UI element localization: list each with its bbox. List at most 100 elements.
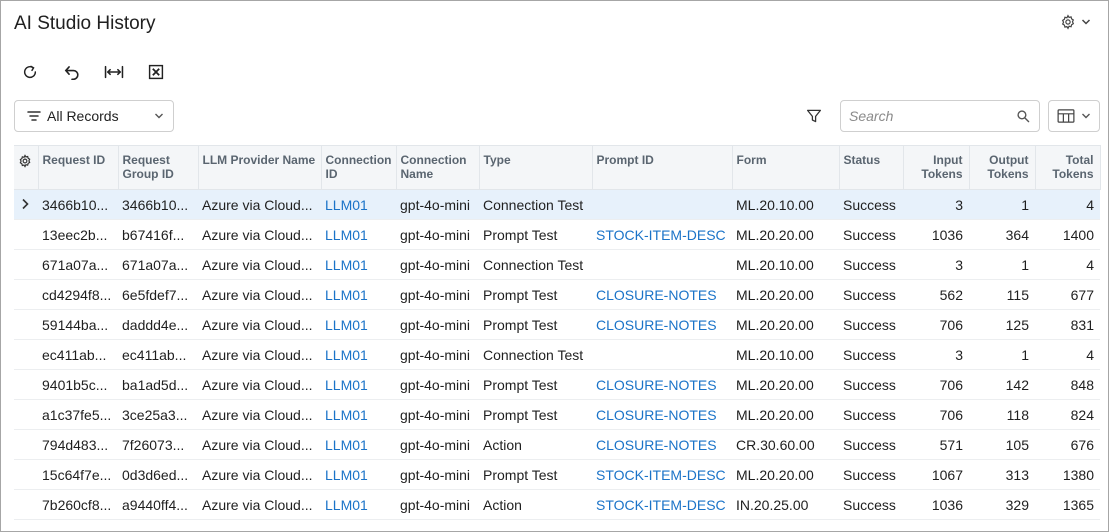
row-selector[interactable]	[14, 459, 38, 490]
cell-prompt-id-link[interactable]: STOCK-ITEM-DESC	[592, 489, 732, 520]
column-header-label: Connection	[400, 153, 467, 167]
cell-input-tokens: 1067	[903, 459, 969, 490]
cell-request-id: 9401b5c...	[38, 369, 118, 400]
column-settings-button[interactable]	[14, 145, 39, 190]
cell-llm-provider: Azure via Cloud...	[198, 279, 321, 310]
column-header-request-id[interactable]: Request ID	[38, 145, 119, 190]
cell-connection-id-link[interactable]: LLM01	[321, 339, 396, 370]
cell-output-tokens: 364	[969, 219, 1035, 250]
row-selector[interactable]	[14, 219, 38, 250]
cell-llm-provider: Azure via Cloud...	[198, 249, 321, 280]
column-header-connection-name[interactable]: Connection Name	[396, 145, 480, 190]
column-header-label: Group ID	[122, 167, 174, 181]
row-selector[interactable]	[14, 189, 38, 220]
row-selector[interactable]	[14, 249, 38, 280]
table-row[interactable]: 7b260cf8... a9440ff4... Azure via Cloud...…	[14, 489, 1100, 520]
table-row[interactable]: cd4294f8... 6e5fdef7... Azure via Cloud...…	[14, 279, 1100, 310]
column-header-request-group-id[interactable]: Request Group ID	[118, 145, 199, 190]
table-row[interactable]: 794d483... 7f26073... Azure via Cloud... LL…	[14, 429, 1100, 460]
column-header-type[interactable]: Type	[479, 145, 593, 190]
refresh-icon	[23, 65, 37, 79]
toolbar	[19, 61, 187, 83]
cell-connection-id-link[interactable]: LLM01	[321, 249, 396, 280]
cell-total-tokens: 848	[1035, 369, 1100, 400]
column-header-label: Prompt ID	[596, 153, 654, 167]
cell-request-id: 794d483...	[38, 429, 118, 460]
cell-total-tokens: 824	[1035, 399, 1100, 430]
cell-connection-id-link[interactable]: LLM01	[321, 189, 396, 220]
cell-request-group-id: 671a07a...	[118, 249, 198, 280]
cell-total-tokens: 4	[1035, 189, 1100, 220]
column-header-label: Request	[122, 153, 170, 167]
column-header-output-tokens[interactable]: Output Tokens	[969, 145, 1036, 190]
cell-prompt-id-link[interactable]: STOCK-ITEM-DESC	[592, 459, 732, 490]
cell-output-tokens: 1	[969, 249, 1035, 280]
page-settings-button[interactable]	[1060, 11, 1098, 33]
column-header-status[interactable]: Status	[839, 145, 904, 190]
gear-icon	[1061, 14, 1075, 30]
column-header-label: Tokens	[987, 167, 1029, 181]
cell-request-id: 59144ba...	[38, 309, 118, 340]
chevron-down-icon	[155, 113, 163, 119]
table-row[interactable]: 15c64f7e... 0d3d6ed... Azure via Cloud... L…	[14, 459, 1100, 490]
row-selector[interactable]	[14, 279, 38, 310]
cell-connection-id-link[interactable]: LLM01	[321, 219, 396, 250]
cell-output-tokens: 329	[969, 489, 1035, 520]
refresh-button[interactable]	[19, 61, 41, 83]
cell-prompt-id-link[interactable]: CLOSURE-NOTES	[592, 279, 732, 310]
column-header-prompt-id[interactable]: Prompt ID	[592, 145, 733, 190]
export-excel-button[interactable]	[145, 61, 167, 83]
table-row[interactable]: a1c37fe5... 3ce25a3... Azure via Cloud... L…	[14, 399, 1100, 430]
table-row[interactable]: 671a07a... 671a07a... Azure via Cloud... LL…	[14, 249, 1100, 280]
cell-connection-name: gpt-4o-mini	[396, 459, 479, 490]
column-header-input-tokens[interactable]: Input Tokens	[903, 145, 970, 190]
cell-prompt-id-link[interactable]: CLOSURE-NOTES	[592, 369, 732, 400]
cell-request-group-id: ec411ab...	[118, 339, 198, 370]
cell-connection-id-link[interactable]: LLM01	[321, 369, 396, 400]
table-row[interactable]: 13eec2b... b67416f... Azure via Cloud... LL…	[14, 219, 1100, 250]
cell-request-group-id: 6e5fdef7...	[118, 279, 198, 310]
row-selector[interactable]	[14, 429, 38, 460]
cell-prompt-id-link[interactable]: CLOSURE-NOTES	[592, 399, 732, 430]
column-layout-button[interactable]	[1048, 100, 1100, 132]
column-header-connection-id[interactable]: Connection ID	[321, 145, 397, 190]
cell-prompt-id-link[interactable]: CLOSURE-NOTES	[592, 309, 732, 340]
gear-icon	[19, 154, 31, 168]
cell-total-tokens: 831	[1035, 309, 1100, 340]
table-row[interactable]: 59144ba... daddd4e... Azure via Cloud... LL…	[14, 309, 1100, 340]
table-row[interactable]: 9401b5c... ba1ad5d... Azure via Cloud... LL…	[14, 369, 1100, 400]
row-selector[interactable]	[14, 309, 38, 340]
cell-connection-id-link[interactable]: LLM01	[321, 399, 396, 430]
cell-connection-id-link[interactable]: LLM01	[321, 459, 396, 490]
cell-llm-provider: Azure via Cloud...	[198, 489, 321, 520]
table-row[interactable]: ec411ab... ec411ab... Azure via Cloud... LL…	[14, 339, 1100, 370]
row-selector[interactable]	[14, 399, 38, 430]
cell-total-tokens: 1380	[1035, 459, 1100, 490]
cell-connection-id-link[interactable]: LLM01	[321, 279, 396, 310]
cell-type: Prompt Test	[479, 369, 592, 400]
cell-prompt-id	[592, 189, 732, 220]
column-header-form[interactable]: Form	[732, 145, 840, 190]
search-icon	[1017, 110, 1030, 123]
filter-settings-button[interactable]	[804, 106, 824, 126]
cell-prompt-id-link[interactable]: CLOSURE-NOTES	[592, 429, 732, 460]
search-input[interactable]	[849, 108, 1009, 124]
cell-connection-id-link[interactable]: LLM01	[321, 309, 396, 340]
cell-connection-id-link[interactable]: LLM01	[321, 429, 396, 460]
column-header-total-tokens[interactable]: Total Tokens	[1035, 145, 1101, 190]
cell-request-group-id: a9440ff4...	[118, 489, 198, 520]
column-header-label: Tokens	[921, 167, 963, 181]
records-filter-select[interactable]: All Records	[14, 100, 174, 132]
column-header-llm-provider[interactable]: LLM Provider Name	[198, 145, 322, 190]
cell-form: ML.20.20.00	[732, 459, 839, 490]
row-selector[interactable]	[14, 369, 38, 400]
table-row[interactable]: 3466b10... 3466b10... Azure via Cloud... LL…	[14, 189, 1100, 220]
row-selector[interactable]	[14, 489, 38, 520]
undo-button[interactable]	[61, 61, 83, 83]
row-selector[interactable]	[14, 339, 38, 370]
cell-connection-id-link[interactable]: LLM01	[321, 489, 396, 520]
fit-columns-button[interactable]	[103, 61, 125, 83]
cell-input-tokens: 706	[903, 399, 969, 430]
cell-input-tokens: 706	[903, 309, 969, 340]
cell-prompt-id-link[interactable]: STOCK-ITEM-DESC	[592, 219, 732, 250]
